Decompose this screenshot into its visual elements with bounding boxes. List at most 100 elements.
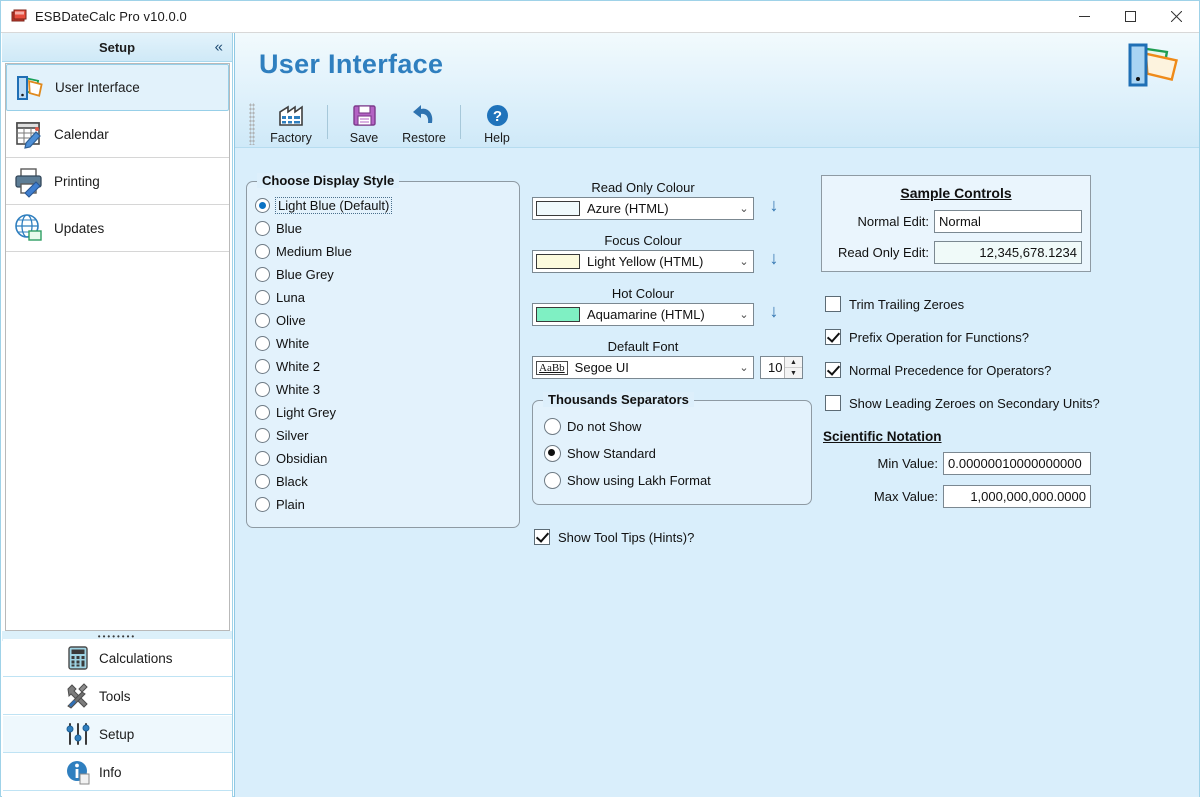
radio-label: White [276,336,310,351]
radio-obsidian[interactable]: Obsidian [247,447,519,470]
minimize-button[interactable] [1061,1,1107,32]
focus-colour-combo[interactable]: Light Yellow (HTML) ⌄ [532,250,754,273]
radio-white-2[interactable]: White 2 [247,355,519,378]
radio-show-using-lakh-format[interactable]: Show using Lakh Format [536,467,711,494]
focus-colour-apply-down-icon[interactable]: ↓ [765,248,783,269]
toolbar-button-label: Help [484,131,510,145]
normal-precedence-for-operators-checkbox[interactable]: Normal Precedence for Operators? [825,362,1051,378]
read-only-colour-combo[interactable]: Azure (HTML) ⌄ [532,197,754,220]
help-button[interactable]: ? Help [467,97,527,145]
show-tool-tips-checkbox[interactable]: Show Tool Tips (Hints)? [534,529,694,545]
radio-blue[interactable]: Blue [247,217,519,240]
radio-luna[interactable]: Luna [247,286,519,309]
window-title: ESBDateCalc Pro v10.0.0 [35,9,187,24]
radio-black[interactable]: Black [247,470,519,493]
read-only-colour-swatch [536,201,580,216]
radio-indicator [255,474,270,489]
font-preview-label: AaBb [536,360,568,375]
sample-controls-group: Sample Controls Normal Edit: Normal Read… [821,175,1091,272]
maximize-button[interactable] [1107,1,1153,32]
spin-up-icon[interactable]: ▲ [785,357,802,368]
sidebar-item-label: User Interface [55,80,140,95]
sidebar-item-calculations[interactable]: Calculations [3,639,232,677]
normal-edit-row: Normal Edit: Normal [822,210,1090,233]
sidebar-item-label: Printing [54,173,100,189]
radio-indicator [255,290,270,305]
settings-body: Choose Display Style Light Blue (Default… [235,148,1199,796]
read-only-colour-apply-down-icon[interactable]: ↓ [765,195,783,216]
radio-indicator [255,221,270,236]
normal-edit-label: Normal Edit: [857,214,929,229]
chevron-down-icon[interactable]: ⌄ [735,361,753,374]
radio-blue-grey[interactable]: Blue Grey [247,263,519,286]
radio-indicator [255,382,270,397]
checkbox-label: Trim Trailing Zeroes [849,296,965,312]
sidebar-item-printing[interactable]: Printing [6,158,229,205]
radio-light-grey[interactable]: Light Grey [247,401,519,424]
radio-show-standard[interactable]: Show Standard [536,440,711,467]
radio-medium-blue[interactable]: Medium Blue [247,240,519,263]
title-bar: ESBDateCalc Pro v10.0.0 [1,1,1199,33]
chevron-down-icon[interactable]: ⌄ [735,202,753,215]
sidebar-item-updates[interactable]: Updates [6,205,229,252]
normal-edit-input[interactable]: Normal [934,210,1082,233]
chevron-down-icon[interactable]: ⌄ [735,308,753,321]
max-value-row: Max Value: 1,000,000,000.0000 [821,485,1099,508]
chevron-down-icon[interactable]: ⌄ [735,255,753,268]
sidebar-item-info[interactable]: Info [3,753,232,791]
sidebar-item-tools[interactable]: Tools [3,677,232,715]
font-size-stepper[interactable]: 10 ▲ ▼ [760,356,803,379]
palette-icon [13,71,47,105]
show-leading-zeroes-checkbox[interactable]: Show Leading Zeroes on Secondary Units? [825,395,1100,411]
toolbar-button-label: Restore [402,131,446,145]
max-value-input[interactable]: 1,000,000,000.0000 [943,485,1091,508]
focus-colour-swatch [536,254,580,269]
floppy-disk-icon [352,101,377,129]
sidebar-item-user-interface[interactable]: User Interface [6,64,229,111]
radio-olive[interactable]: Olive [247,309,519,332]
radio-indicator [255,451,270,466]
application-window: ESBDateCalc Pro v10.0.0 Setup « User Int… [0,0,1200,797]
radio-do-not-show[interactable]: Do not Show [536,413,711,440]
focus-colour-label: Focus Colour [604,233,682,248]
scientific-notation-title: Scientific Notation [823,429,942,444]
hot-colour-combo[interactable]: Aquamarine (HTML) ⌄ [532,303,754,326]
sidebar-item-calendar[interactable]: Calendar [6,111,229,158]
checkbox-indicator [825,395,841,411]
trim-trailing-zeroes-checkbox[interactable]: Trim Trailing Zeroes [825,296,964,312]
radio-plain[interactable]: Plain [247,493,519,516]
checkbox-indicator [534,529,550,545]
sidebar-item-label: Tools [99,688,131,704]
page-header: User Interface Factory Save Restore ? He… [235,33,1199,148]
thousands-separators-legend: Thousands Separators [543,392,694,407]
close-button[interactable] [1153,1,1199,32]
content-pane: User Interface Factory Save Restore ? He… [234,33,1199,797]
sidebar-item-setup[interactable]: Setup [3,715,232,753]
printer-icon [12,164,46,198]
save-button[interactable]: Save [334,97,394,145]
restore-button[interactable]: Restore [394,97,454,145]
prefix-operation-for-functions-checkbox[interactable]: Prefix Operation for Functions? [825,329,1029,345]
radio-indicator [544,472,561,489]
radio-silver[interactable]: Silver [247,424,519,447]
factory-button[interactable]: Factory [261,97,321,145]
app-icon [10,8,28,26]
focus-colour-value: Light Yellow (HTML) [587,254,704,269]
page-title: User Interface [259,49,444,79]
radio-white[interactable]: White [247,332,519,355]
collapse-sidebar-icon[interactable]: « [215,40,223,55]
radio-label: Do not Show [567,419,642,434]
default-font-label: Default Font [607,339,679,354]
checkbox-label: Show Tool Tips (Hints)? [558,529,695,545]
default-font-combo[interactable]: AaBb Segoe UI ⌄ [532,356,754,379]
read-only-colour-value: Azure (HTML) [587,201,669,216]
toolbar-grip[interactable] [249,103,255,145]
toolbar-button-label: Factory [270,131,312,145]
min-value-input[interactable]: 0.00000010000000000 [943,452,1091,475]
radio-white-3[interactable]: White 3 [247,378,519,401]
sidebar: Setup « User Interface Calendar Printing… [2,33,233,797]
spin-down-icon[interactable]: ▼ [785,368,802,378]
calculator-icon [65,645,91,671]
hot-colour-apply-down-icon[interactable]: ↓ [765,301,783,322]
radio-light-blue-default[interactable]: Light Blue (Default) [247,194,519,217]
